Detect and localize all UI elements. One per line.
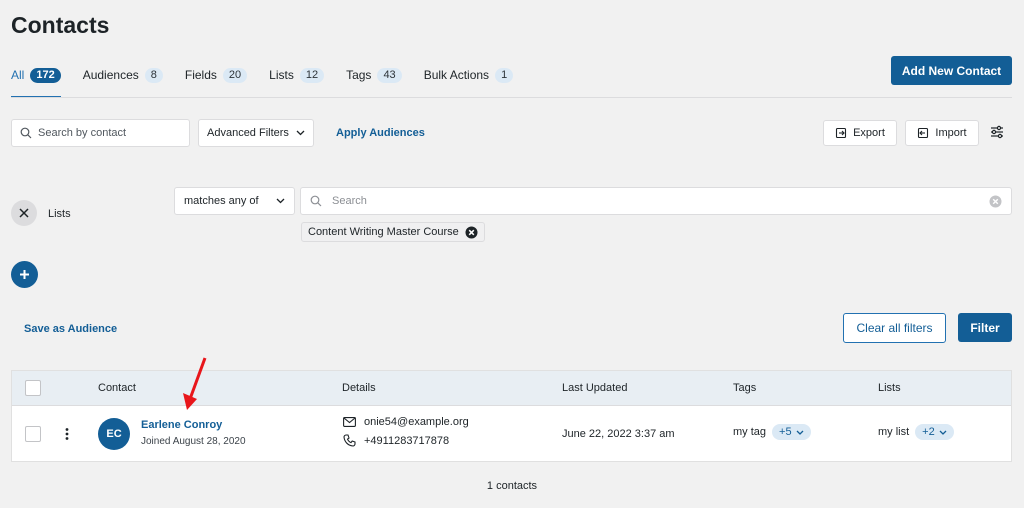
contacts-count: 1 contacts: [486, 480, 538, 492]
row-checkbox[interactable]: [25, 426, 41, 442]
table-row[interactable]: EC Earlene Conroy Joined August 28, 2020…: [12, 407, 1011, 462]
tab-label: All: [11, 68, 25, 82]
tab-count-badge: 12: [299, 68, 325, 83]
tab-label: Tags: [346, 68, 372, 82]
annotation-arrow-icon: [183, 357, 207, 410]
search-icon: [310, 195, 322, 207]
contacts-table: Contact Details Last Updated Tags Lists …: [11, 370, 1012, 462]
row-actions-kebab-icon[interactable]: [64, 427, 70, 441]
column-header-last-updated[interactable]: Last Updated: [562, 382, 627, 394]
filter-search-input[interactable]: Search: [300, 187, 1012, 215]
tabs-divider: [11, 97, 1012, 98]
tab-label: Lists: [269, 68, 294, 82]
tab-audiences[interactable]: Audiences 8: [83, 68, 163, 98]
tab-label: Fields: [184, 68, 217, 82]
search-placeholder: Search by contact: [38, 127, 127, 139]
tab-tags[interactable]: Tags 43: [346, 68, 402, 98]
tab-count-badge: 8: [144, 68, 163, 83]
tab-lists[interactable]: Lists 12: [269, 68, 325, 98]
phone-icon: [343, 434, 356, 447]
email-value: onie54@example.org: [364, 416, 469, 428]
search-input[interactable]: Search by contact: [11, 119, 190, 147]
import-icon: [918, 127, 929, 139]
more-tags-dropdown[interactable]: +5: [772, 424, 811, 440]
apply-audiences-link[interactable]: Apply Audiences: [336, 127, 425, 139]
column-settings-icon[interactable]: [989, 124, 1005, 140]
contact-phone: +4911283717878: [343, 434, 449, 447]
select-all-checkbox[interactable]: [25, 380, 41, 396]
more-tags-count: +5: [779, 426, 792, 438]
tab-count-badge: 20: [222, 68, 248, 83]
import-button[interactable]: Import: [905, 120, 979, 146]
table-header: Contact Details Last Updated Tags Lists: [12, 371, 1011, 406]
column-header-lists[interactable]: Lists: [878, 382, 901, 394]
clear-all-filters-button[interactable]: Clear all filters: [843, 313, 946, 343]
chevron-down-icon: [276, 198, 285, 204]
page-title: Contacts: [11, 12, 110, 38]
avatar: EC: [98, 418, 130, 450]
advanced-filters-dropdown[interactable]: Advanced Filters: [198, 119, 314, 147]
tags-cell: my tag +5: [733, 424, 811, 440]
tab-count-badge: 1: [495, 68, 514, 83]
contact-joined-date: Joined August 28, 2020: [141, 436, 246, 447]
remove-filter-button[interactable]: [11, 200, 37, 226]
contact-name-link[interactable]: Earlene Conroy: [141, 419, 222, 431]
import-label: Import: [935, 127, 967, 139]
tag-label: my tag: [733, 426, 767, 438]
tab-bar: All 172 Audiences 8 Fields 20 Lists 12 T…: [11, 68, 535, 98]
lists-cell: my list +2: [878, 424, 954, 440]
phone-value: +4911283717878: [364, 434, 450, 447]
export-button[interactable]: Export: [823, 120, 897, 146]
filter-operator-select[interactable]: matches any of: [174, 187, 295, 215]
more-lists-count: +2: [922, 426, 935, 438]
column-header-contact[interactable]: Contact: [98, 382, 136, 394]
export-icon: [836, 127, 847, 139]
clear-search-icon[interactable]: [989, 195, 1002, 208]
filter-field-label: Lists: [48, 208, 71, 220]
column-header-tags[interactable]: Tags: [733, 382, 756, 394]
add-filter-button[interactable]: [11, 261, 38, 288]
selected-list-chip: Content Writing Master Course: [301, 222, 485, 242]
tab-bulk-actions[interactable]: Bulk Actions 1: [424, 68, 514, 98]
tab-count-badge: 172: [30, 68, 61, 83]
contact-email: onie54@example.org: [343, 416, 469, 428]
tab-label: Audiences: [82, 68, 139, 82]
close-icon: [19, 208, 29, 218]
filter-search-placeholder: Search: [332, 195, 367, 207]
tab-fields[interactable]: Fields 20: [184, 68, 248, 98]
list-label: my list: [878, 426, 910, 438]
email-icon: [343, 417, 356, 427]
chip-label: Content Writing Master Course: [308, 226, 459, 238]
search-icon: [20, 127, 32, 139]
filter-operator-label: matches any of: [184, 195, 259, 207]
export-label: Export: [853, 127, 885, 139]
add-new-contact-button[interactable]: Add New Contact: [891, 56, 1012, 85]
save-as-audience-link[interactable]: Save as Audience: [24, 323, 117, 335]
remove-chip-icon[interactable]: [465, 226, 478, 239]
filter-button[interactable]: Filter: [958, 313, 1012, 342]
last-updated-value: June 22, 2022 3:37 am: [562, 428, 675, 440]
chevron-down-icon: [296, 130, 305, 136]
tab-all[interactable]: All 172: [11, 68, 61, 98]
tab-label: Bulk Actions: [423, 68, 490, 82]
plus-icon: [20, 270, 29, 279]
more-lists-dropdown[interactable]: +2: [915, 424, 954, 440]
tab-count-badge: 43: [377, 68, 402, 83]
chevron-down-icon: [939, 430, 947, 435]
advanced-filters-label: Advanced Filters: [207, 127, 289, 139]
chevron-down-icon: [796, 430, 804, 435]
column-header-details[interactable]: Details: [342, 382, 376, 394]
